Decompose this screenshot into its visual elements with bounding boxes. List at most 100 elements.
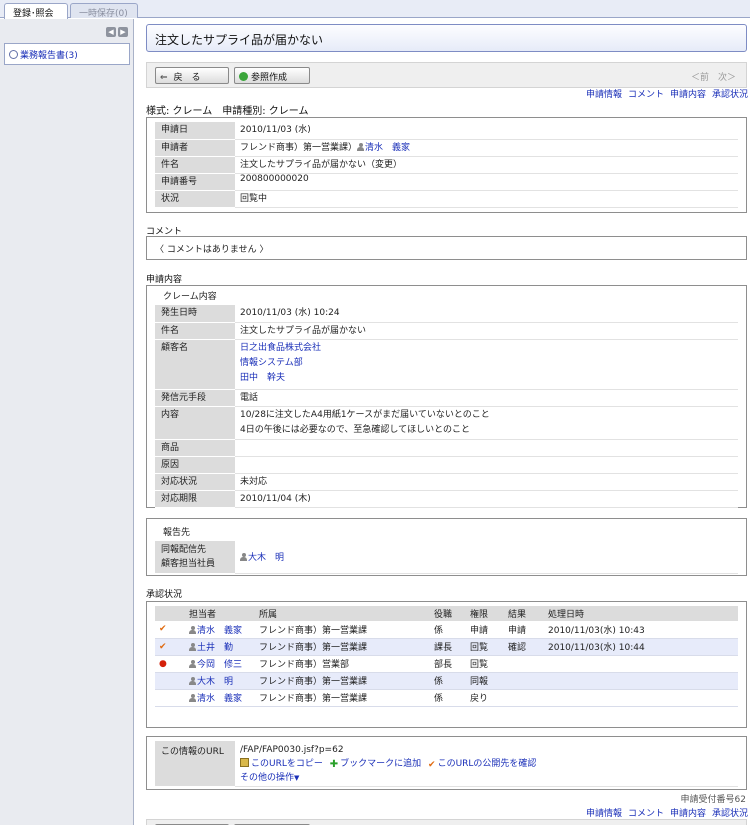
assignee-link[interactable]: 清水 義家 <box>197 694 242 704</box>
public-check-op[interactable]: ✔ このURLの公開先を確認 <box>428 759 538 770</box>
link-comment[interactable]: コメント <box>628 90 664 100</box>
tab-temp-save[interactable]: 一時保存(0) <box>70 3 138 19</box>
value-status: 回覧中 <box>235 190 738 208</box>
label-detail: 内容 <box>155 406 235 440</box>
label-deadline: 対応期限 <box>155 490 235 508</box>
reference-create-button[interactable]: 参照作成 <box>234 67 310 84</box>
info-url-text: /FAP/FAP0030.jsf?p=62 <box>240 745 344 755</box>
link-app-info[interactable]: 申請情報 <box>586 809 622 819</box>
person-icon <box>357 142 365 151</box>
value-detail: 10/28に注文したA4用紙1ケースがまだ届いていないとのこと 4日の午後には必… <box>235 406 738 440</box>
top-toolbar: ⇐ 戻 る 参照作成 ＜前 次＞ <box>146 62 747 88</box>
comment-text: 〈 コメントはありません 〉 <box>155 245 269 255</box>
bottom-toolbar: ⇐戻 る 参照作成 ＜前 次＞ <box>146 819 747 825</box>
claim-table: 発生日時 2010/11/03 (水) 10:24 件名 注文したサプライ品が届かな… <box>155 305 738 508</box>
sidebar-item-report[interactable]: 業務報告書(3) <box>4 43 130 65</box>
table-row: ● 今岡 修三 フレンド商事）営業部 部長 回覧 <box>155 655 738 673</box>
report-table: 同報配信先 顧客担当社員 大木 明 <box>155 541 738 574</box>
content-title: 申請内容 <box>146 275 183 285</box>
link-comment[interactable]: コメント <box>628 809 664 819</box>
col-auth: 権限 <box>466 606 504 621</box>
value-info-url: /FAP/FAP0030.jsf?p=62 このURLをコピー ✚ ブックマークに… <box>235 741 738 787</box>
quick-links-top: 申請情報 コメント 申請内容 承認状況 <box>580 87 748 100</box>
collapse-right-icon[interactable]: ▶ <box>118 27 128 37</box>
label-applicant: 申請者 <box>155 139 235 157</box>
col-dept: 所属 <box>255 606 430 621</box>
person-icon <box>189 660 196 668</box>
form-type: 様式: クレーム 申請種別: クレーム <box>146 106 309 117</box>
plus-icon: ✚ <box>329 759 339 770</box>
label-cause: 原因 <box>155 456 235 474</box>
person-icon <box>189 643 196 651</box>
application-info-box: 申請日 2010/11/03 (水) 申請者 フレンド商事）第一営業課） 清水 義家 … <box>146 117 747 213</box>
comment-box: 〈 コメントはありません 〉 <box>146 236 747 260</box>
sidebar-item-label: 業務報告書(3) <box>20 51 78 61</box>
value-customer: 日之出食品株式会社 情報システム部 田中 幹夫 <box>235 339 738 390</box>
value-response-status: 未対応 <box>235 473 738 491</box>
approval-header-row: 担当者 所属 役職 権限 結果 処理日時 <box>155 606 738 621</box>
label-subject: 件名 <box>155 156 235 174</box>
customer-dept-link[interactable]: 情報システム部 <box>240 356 733 371</box>
approval-table: 担当者 所属 役職 権限 結果 処理日時 ✔ 清水 義家 フレンド商事）第一営業… <box>155 606 738 707</box>
assignee-link[interactable]: 清水 義家 <box>197 626 242 636</box>
label-status: 状況 <box>155 190 235 208</box>
assignee-link[interactable]: 大木 明 <box>197 677 233 687</box>
current-dot-icon: ● <box>155 655 185 673</box>
value-subject: 注文したサプライ品が届かない（変更） <box>235 156 738 174</box>
assignee-link[interactable]: 土井 勤 <box>197 643 233 653</box>
customer-company-link[interactable]: 日之出食品株式会社 <box>240 341 733 356</box>
back-button[interactable]: ⇐戻 る <box>155 67 229 84</box>
value-broadcast: 大木 明 <box>235 541 738 574</box>
col-date: 処理日時 <box>544 606 738 621</box>
value-cause <box>235 456 738 474</box>
table-row: ✔ 土井 勤 フレンド商事）第一営業課 課長 回覧 確認 2010/11/03(水) 1… <box>155 638 738 656</box>
assignee-link[interactable]: 今岡 修三 <box>197 660 242 670</box>
search-icon <box>9 50 18 59</box>
check-icon: ✔ <box>155 621 185 639</box>
link-approval[interactable]: 承認状況 <box>712 809 748 819</box>
pager[interactable]: ＜前 次＞ <box>691 70 736 83</box>
value-source: 電話 <box>235 389 738 407</box>
customer-person-link[interactable]: 田中 幹夫 <box>240 371 733 386</box>
label-product: 商品 <box>155 439 235 457</box>
table-row: ✔ 清水 義家 フレンド商事）第一営業課係申請 申請 2010/11/03(水) 1… <box>155 621 738 639</box>
report-to-label: 報告先 <box>163 528 191 538</box>
main-content: 注文したサプライ品が届かない ⇐ 戻 る 参照作成 ＜前 次＞ 申請情報 コメント申… <box>135 19 750 825</box>
label-response-status: 対応状況 <box>155 473 235 491</box>
person-icon <box>189 677 196 685</box>
check-icon: ✔ <box>155 638 185 656</box>
link-app-info[interactable]: 申請情報 <box>586 90 622 100</box>
label-occur-date: 発生日時 <box>155 305 235 323</box>
label-claim-subject: 件名 <box>155 322 235 340</box>
value-applicant: フレンド商事）第一営業課） 清水 義家 <box>235 139 738 157</box>
other-ops-link[interactable]: その他の操作▼ <box>240 771 733 785</box>
value-deadline: 2010/11/04 (木) <box>235 490 738 508</box>
person-icon <box>189 625 196 634</box>
link-content[interactable]: 申請内容 <box>670 90 706 100</box>
value-claim-subject: 注文したサプライ品が届かない <box>235 322 738 340</box>
label-source: 発信元手段 <box>155 389 235 407</box>
col-post: 役職 <box>430 606 466 621</box>
value-product <box>235 439 738 457</box>
applicant-link[interactable]: 清水 義家 <box>365 143 410 153</box>
label-info-url: この情報のURL <box>155 741 235 787</box>
report-person-link[interactable]: 大木 明 <box>248 553 284 563</box>
sidebar: ◀ ▶ 業務報告書(3) <box>0 19 134 825</box>
copy-icon <box>240 758 249 767</box>
approval-title: 承認状況 <box>146 590 183 600</box>
copy-url-op[interactable]: このURLをコピー <box>240 758 325 769</box>
link-content[interactable]: 申請内容 <box>670 809 706 819</box>
table-row: 清水 義家 フレンド商事）第一営業課係戻り <box>155 689 738 707</box>
label-customer: 顧客名 <box>155 339 235 390</box>
claim-content-label: クレーム内容 <box>163 292 217 302</box>
tab-strip: 登録･照会 一時保存(0) <box>0 0 750 19</box>
link-approval[interactable]: 承認状況 <box>712 90 748 100</box>
collapse-left-icon[interactable]: ◀ <box>106 27 116 37</box>
tab-register-view[interactable]: 登録･照会 <box>4 3 68 19</box>
bookmark-op[interactable]: ✚ ブックマークに追加 <box>329 759 423 770</box>
label-app-number: 申請番号 <box>155 173 235 191</box>
label-broadcast: 同報配信先 顧客担当社員 <box>155 541 235 574</box>
refresh-icon <box>239 72 248 81</box>
chevron-down-icon: ▼ <box>294 774 300 782</box>
value-occur-date: 2010/11/03 (水) 10:24 <box>235 305 738 323</box>
